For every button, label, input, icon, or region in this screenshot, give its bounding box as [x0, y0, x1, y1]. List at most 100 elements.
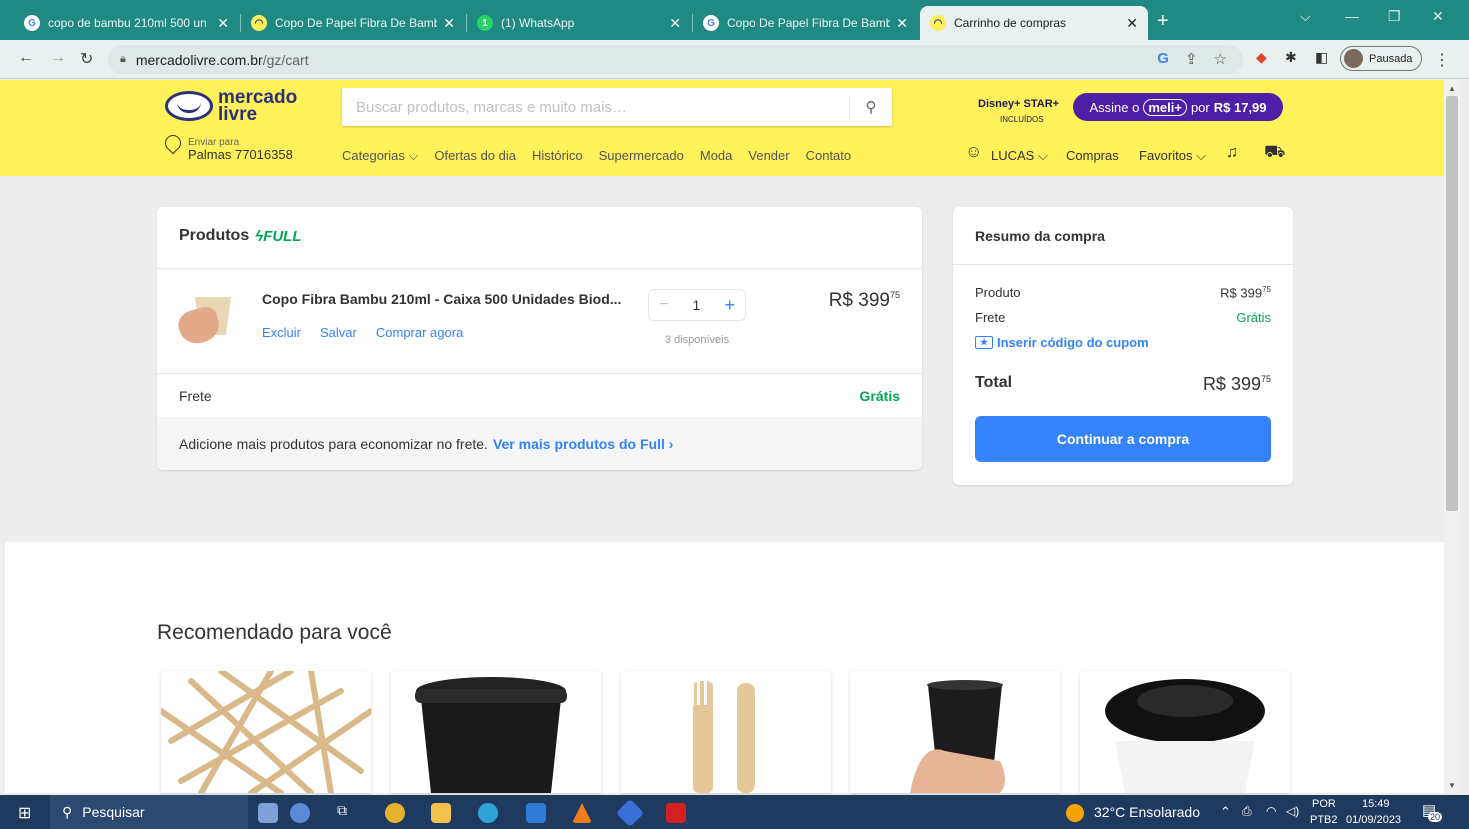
coupon-icon: ★ [975, 336, 993, 349]
search-icon: ⚲ [62, 803, 73, 820]
recommended-card[interactable] [1080, 671, 1290, 793]
black-cup-image [415, 677, 567, 793]
divider [953, 264, 1293, 265]
tab-search-icon[interactable]: ⌵ [1300, 8, 1311, 25]
menu-kebab-icon[interactable]: ⋮ [1434, 50, 1450, 70]
weather-text[interactable]: 32°C Ensolarado [1094, 804, 1200, 820]
language-bottom[interactable]: PTB2 [1310, 814, 1338, 826]
increase-button[interactable]: + [724, 295, 735, 316]
google-lens-icon[interactable]: G [1157, 50, 1169, 68]
nav-historico[interactable]: Histórico [532, 148, 583, 164]
location-pin-icon [161, 131, 185, 155]
google-icon: G [703, 15, 719, 31]
recommended-title: Recomendado para você [157, 621, 392, 644]
store-icon[interactable] [526, 803, 546, 823]
close-icon[interactable]: ✕ [669, 15, 681, 32]
summary-shipping-row: Frete Grátis [975, 310, 1271, 325]
site-header: mercado livre ⚲ Disney+ STAR+ INCLUÍDOS … [0, 80, 1444, 176]
bookmark-star-icon[interactable]: ☆ [1214, 50, 1227, 68]
scroll-up-icon[interactable]: ▲ [1448, 84, 1456, 93]
back-icon[interactable]: ← [18, 49, 34, 67]
flowers-widget-icon[interactable] [258, 803, 278, 823]
shipping-value: Grátis [859, 388, 900, 404]
reload-icon[interactable]: ↻ [80, 49, 93, 69]
extensions-puzzle-icon[interactable]: ✱ [1285, 49, 1297, 66]
salvar-link[interactable]: Salvar [320, 325, 357, 340]
whatsapp-icon: 1 [477, 15, 493, 31]
close-icon[interactable]: ✕ [443, 15, 455, 32]
tab-carrinho[interactable]: ◠ Carrinho de compras ✕ [920, 6, 1148, 40]
user-icon[interactable]: ☺ [965, 142, 982, 162]
coupon-link[interactable]: ★ Inserir código do cupom [975, 335, 1149, 350]
window-close-icon[interactable]: ✕ [1432, 8, 1444, 25]
task-view-icon[interactable]: ⧉ [337, 802, 347, 819]
disney-star-promo[interactable]: Disney+ STAR+ INCLUÍDOS [978, 98, 1066, 124]
tab-google-search[interactable]: G copo de bambu 210ml 500 un - ✕ [14, 6, 239, 40]
page-scrollbar[interactable]: ▲ ▼ [1444, 80, 1460, 793]
close-icon[interactable]: ✕ [896, 15, 908, 32]
tab-whatsapp[interactable]: 1 (1) WhatsApp ✕ [467, 6, 691, 40]
excluir-link[interactable]: Excluir [262, 325, 301, 340]
scroll-down-icon[interactable]: ▼ [1448, 781, 1456, 790]
user-name[interactable]: LUCAS ⌵ [991, 148, 1048, 164]
edge-icon[interactable] [478, 803, 498, 823]
new-tab-button[interactable]: + [1157, 10, 1169, 33]
wifi-icon[interactable]: ◠ [1266, 804, 1276, 818]
scroll-thumb[interactable] [1446, 96, 1458, 511]
language-top[interactable]: POR [1312, 798, 1336, 810]
mercadolivre-icon: ◠ [930, 15, 946, 31]
recommended-card[interactable] [391, 671, 601, 793]
clock-date[interactable]: 01/09/2023 [1346, 814, 1401, 826]
mercadolivre-logo[interactable]: mercado livre [165, 87, 297, 125]
search-icon[interactable]: ⚲ [850, 98, 892, 116]
chrome-icon[interactable] [385, 803, 405, 823]
minimize-icon[interactable]: — [1345, 8, 1359, 24]
product-title[interactable]: Copo Fibra Bambu 210ml - Caixa 500 Unida… [262, 291, 621, 307]
volume-icon[interactable]: ◁) [1286, 804, 1299, 818]
small-black-cup-image [910, 680, 1005, 793]
product-image[interactable] [175, 293, 239, 348]
decrease-button[interactable]: − [659, 296, 668, 314]
nav-ofertas[interactable]: Ofertas do dia [434, 148, 516, 164]
side-panel-icon[interactable]: ◧ [1315, 49, 1328, 66]
bell-icon[interactable]: ♫ [1226, 144, 1238, 162]
nav-contato[interactable]: Contato [806, 148, 852, 164]
taskbar-search[interactable]: ⚲ Pesquisar [50, 795, 248, 829]
continue-purchase-button[interactable]: Continuar a compra [975, 416, 1271, 462]
tab-copo-google[interactable]: G Copo De Papel Fibra De Bambu ✕ [693, 6, 918, 40]
extension-icon[interactable]: ◆ [1256, 49, 1267, 66]
comprar-agora-link[interactable]: Comprar agora [376, 325, 463, 340]
nav-supermercado[interactable]: Supermercado [599, 148, 684, 164]
recommended-card[interactable] [161, 671, 371, 793]
file-explorer-icon[interactable] [431, 803, 451, 823]
close-icon[interactable]: ✕ [217, 15, 229, 32]
nav-favoritos[interactable]: Favoritos ⌵ [1139, 148, 1206, 164]
recommended-card[interactable] [850, 671, 1060, 793]
browser-toolbar: ← → ↻ 🔒︎ mercadolivre.com.br/gz/cart G ⇪… [0, 40, 1469, 79]
clock-time[interactable]: 15:49 [1362, 798, 1390, 810]
share-icon[interactable]: ⇪ [1185, 50, 1198, 68]
quantity-value[interactable]: 1 [693, 297, 701, 313]
windows-start-icon[interactable]: ⊞ [18, 803, 31, 823]
close-icon[interactable]: ✕ [1126, 15, 1138, 32]
tray-device-icon[interactable]: ⎙ [1242, 804, 1252, 819]
address-bar[interactable]: 🔒︎ mercadolivre.com.br/gz/cart G ⇪ ☆ [108, 45, 1243, 74]
people-icon[interactable] [290, 803, 310, 823]
tray-up-arrow-icon[interactable]: ⌃ [1220, 804, 1231, 820]
nav-categorias[interactable]: Categorias ⌵ [342, 148, 418, 164]
restore-icon[interactable]: ❐ [1388, 8, 1401, 25]
ver-mais-full-link[interactable]: Ver mais produtos do Full › [493, 436, 673, 452]
forward-icon[interactable]: → [50, 49, 66, 67]
nav-vender[interactable]: Vender [748, 148, 789, 164]
app-icon[interactable] [615, 798, 645, 828]
cart-icon[interactable]: ⛟ [1264, 142, 1285, 164]
search-input[interactable] [342, 88, 849, 126]
nav-compras[interactable]: Compras [1066, 148, 1119, 163]
recommended-card[interactable] [621, 671, 831, 793]
tab-copo-fibra[interactable]: ◠ Copo De Papel Fibra De Bambu ✕ [241, 6, 465, 40]
acrobat-icon[interactable] [666, 803, 686, 823]
nav-moda[interactable]: Moda [700, 148, 733, 164]
vlc-icon[interactable] [572, 803, 592, 823]
profile-button[interactable]: Pausada [1340, 46, 1422, 71]
meli-plus-banner[interactable]: Assine o meli+ por R$ 17,99 [1073, 93, 1283, 121]
